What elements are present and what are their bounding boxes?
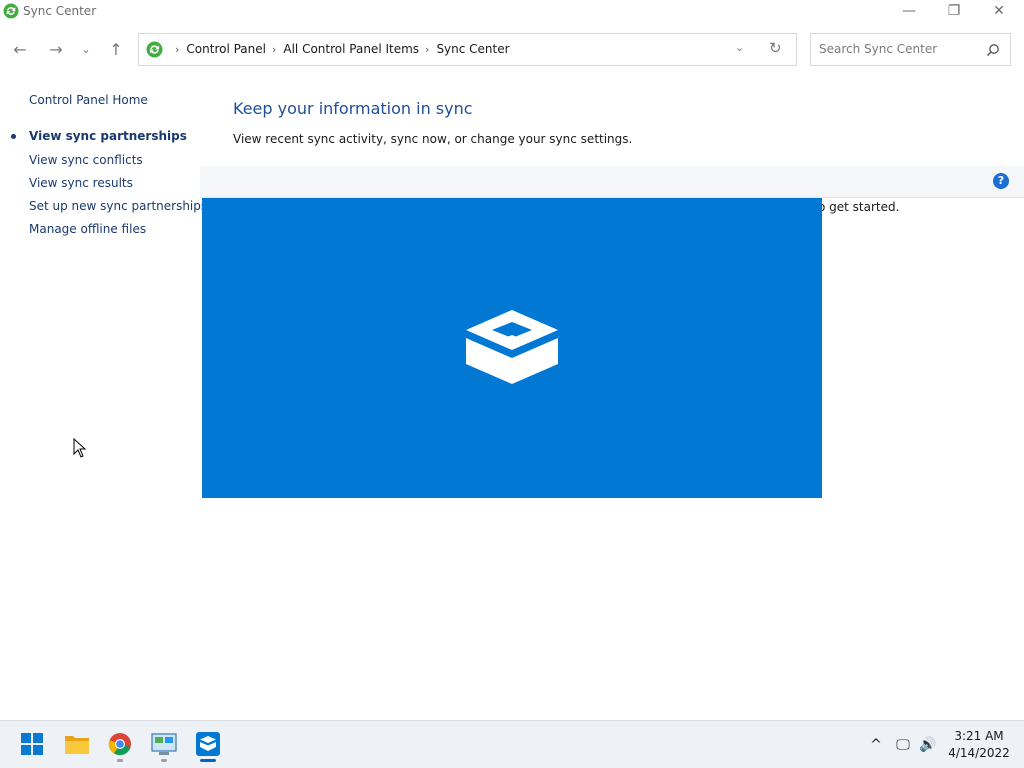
control-panel-home-link[interactable]: Control Panel Home (29, 93, 148, 107)
chrome-icon[interactable] (103, 727, 137, 761)
active-bullet-icon (11, 134, 16, 139)
sidebar-item-view-sync-partnerships[interactable]: View sync partnerships (29, 129, 187, 143)
sidebar-item-view-sync-results[interactable]: View sync results (29, 176, 133, 190)
file-explorer-icon[interactable] (60, 727, 94, 761)
search-icon[interactable] (986, 43, 1000, 57)
app-splash-overlay (202, 198, 822, 498)
sync-center-icon (3, 3, 19, 19)
breadcrumb-separator: › (175, 43, 180, 56)
start-icon[interactable] (15, 727, 49, 761)
sidebar-item-set-up-new-sync-partnerships[interactable]: Set up new sync partnerships (29, 199, 207, 213)
app-running-indicator (117, 759, 123, 762)
page-title: Keep your information in sync (233, 99, 473, 118)
breadcrumb-all-control-panel-items[interactable]: All Control Panel Items (283, 42, 419, 56)
sidebar-item-view-sync-conflicts[interactable]: View sync conflicts (29, 153, 143, 167)
get-started-text: o get started. (818, 200, 900, 214)
help-icon[interactable]: ? (993, 173, 1009, 189)
show-hidden-icons-chevron-icon[interactable]: ^ (866, 735, 886, 755)
breadcrumb-separator[interactable]: › (425, 43, 429, 56)
control-panel-icon[interactable] (147, 727, 181, 761)
address-bar[interactable]: › Control Panel › All Control Panel Items › S… (138, 33, 797, 66)
refresh-icon[interactable]: ↻ (769, 39, 782, 57)
volume-icon[interactable]: 🔊 (918, 735, 938, 755)
breadcrumb-control-panel[interactable]: Control Panel (186, 42, 266, 56)
sidebar-item-manage-offline-files[interactable]: Manage offline files (29, 222, 146, 236)
app-active-indicator (200, 759, 216, 762)
app-running-indicator (161, 759, 167, 762)
breadcrumb-separator[interactable]: › (272, 43, 276, 56)
command-bar: ? (200, 166, 1024, 198)
title-bar: Sync Center — ❐ ✕ (0, 0, 1024, 24)
mouse-cursor-icon (73, 438, 87, 458)
taskbar: ^ 🖵 🔊 3:21 AM 4/14/2022 (0, 720, 1024, 768)
forward-button[interactable]: → (44, 38, 68, 62)
sync-center-logo-icon (466, 310, 558, 384)
maximize-button[interactable]: ❐ (931, 0, 977, 24)
network-icon[interactable]: 🖵 (893, 735, 913, 755)
page-description: View recent sync activity, sync now, or … (233, 132, 633, 146)
address-dropdown-icon[interactable]: ⌄ (735, 41, 744, 54)
sync-center-icon (146, 41, 163, 58)
recent-locations-button[interactable]: ⌄ (78, 38, 94, 62)
search-input[interactable]: Search Sync Center (819, 42, 937, 56)
breadcrumb: › Control Panel › All Control Panel Items › S… (169, 42, 510, 56)
search-box[interactable]: Search Sync Center (810, 33, 1011, 66)
window-title: Sync Center (23, 4, 97, 18)
back-button[interactable]: ← (8, 38, 32, 62)
clock-date[interactable]: 4/14/2022 (948, 746, 1010, 760)
sync-center-app-icon[interactable] (191, 727, 225, 761)
up-button[interactable]: ↑ (104, 38, 128, 62)
breadcrumb-sync-center[interactable]: Sync Center (436, 42, 509, 56)
close-button[interactable]: ✕ (976, 0, 1022, 24)
minimize-button[interactable]: — (886, 0, 932, 24)
clock-time[interactable]: 3:21 AM (948, 729, 1010, 743)
